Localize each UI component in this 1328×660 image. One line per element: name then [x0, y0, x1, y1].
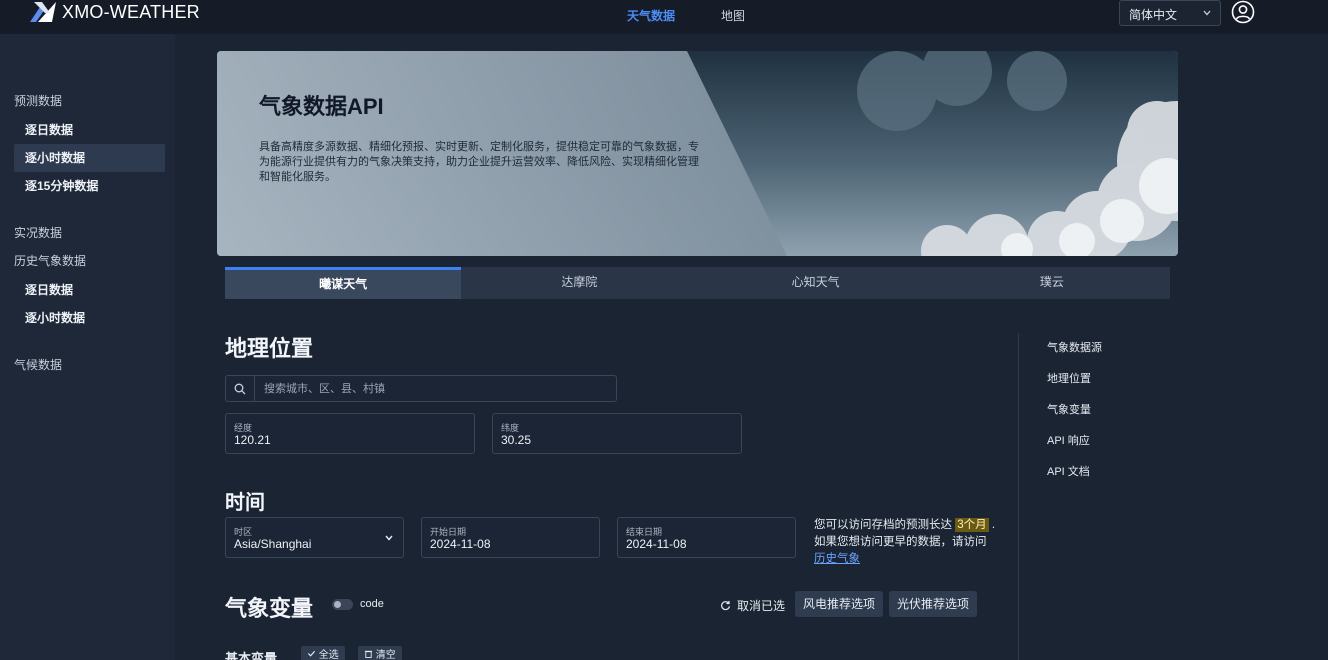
archive-note-line2: 如果您想访问更早的数据，请访问 [814, 536, 987, 548]
language-value: 简体中文 [1129, 8, 1178, 22]
time-heading: 时间 [225, 492, 265, 514]
sidebar-group-realtime[interactable]: 实况数据 [14, 224, 62, 241]
anchor-weather-source[interactable]: 气象数据源 [1047, 339, 1102, 355]
chevron-down-icon [1203, 10, 1211, 16]
search-icon-button[interactable] [226, 376, 255, 401]
banner-description: 具备高精度多源数据、精细化预报、实时更新、定制化服务，提供稳定可靠的气象数据，专… [259, 141, 699, 183]
end-date-value: 2024-11-08 [626, 537, 687, 551]
clear-selected-button[interactable]: 取消已选 [720, 597, 785, 614]
refresh-icon [721, 600, 731, 611]
clear-all-label: 清空 [375, 650, 396, 660]
nav-weather-data[interactable]: 天气数据 [627, 7, 675, 24]
timezone-select[interactable]: 时区 Asia/Shanghai [225, 517, 404, 558]
location-heading: 地理位置 [225, 336, 314, 361]
timezone-value: Asia/Shanghai [234, 537, 312, 551]
tab-damo-academy[interactable]: 达摩院 [461, 267, 697, 299]
clear-selected-label: 取消已选 [737, 599, 786, 613]
tab-puyun[interactable]: 璞云 [934, 267, 1170, 299]
longitude-field[interactable]: 经度 120.21 [225, 413, 475, 454]
code-toggle[interactable] [332, 599, 353, 610]
search-icon [234, 383, 246, 394]
language-select[interactable]: 简体中文 [1119, 0, 1221, 26]
tab-ximou-weather[interactable]: 曦谋天气 [225, 267, 462, 299]
trash-icon [364, 650, 373, 658]
nav-map[interactable]: 地图 [721, 7, 745, 24]
tab-seniverse[interactable]: 心知天气 [698, 267, 934, 299]
anchor-api-response[interactable]: API 响应 [1047, 432, 1090, 448]
user-avatar-icon[interactable] [1231, 0, 1255, 24]
chevron-down-icon [385, 535, 393, 541]
anchor-divider [1018, 333, 1019, 660]
variables-heading: 气象变量 [225, 596, 314, 621]
provider-tabs: 曦谋天气 达摩院 心知天气 璞云 [225, 267, 1170, 299]
sidebar-item-forecast-15min[interactable]: 逐15分钟数据 [14, 172, 165, 200]
wind-recommend-button[interactable]: 风电推荐选项 [795, 591, 884, 617]
anchor-api-docs[interactable]: API 文档 [1047, 463, 1090, 479]
longitude-value: 120.21 [234, 433, 271, 447]
sidebar-item-history-hourly[interactable]: 逐小时数据 [14, 304, 165, 332]
code-toggle-label: code [360, 598, 384, 610]
solar-recommend-button[interactable]: 光伏推荐选项 [889, 591, 978, 617]
latitude-field[interactable]: 纬度 30.25 [492, 413, 742, 454]
archive-note: 您可以访问存档的预测长达 3个月 . 如果您想访问更早的数据，请访问 历史气象 [814, 517, 1004, 568]
hero-banner: 气象数据API 具备高精度多源数据、精细化预报、实时更新、定制化服务，提供稳定可… [217, 51, 1178, 256]
sidebar-item-forecast-daily[interactable]: 逐日数据 [14, 116, 165, 144]
start-date-value: 2024-11-08 [430, 537, 491, 551]
check-icon [307, 650, 316, 657]
banner-title: 气象数据API [259, 94, 384, 119]
anchor-variables[interactable]: 气象变量 [1047, 401, 1091, 417]
end-date-field[interactable]: 结束日期 2024-11-08 [617, 517, 796, 558]
anchor-location[interactable]: 地理位置 [1047, 370, 1091, 386]
sidebar-group-climate[interactable]: 气候数据 [14, 356, 62, 373]
archive-note-highlight: 3个月 [955, 518, 989, 532]
top-bar: XMO-WEATHER 天气数据 地图 简体中文 [0, 0, 1328, 34]
sidebar-group-forecast: 预测数据 [14, 94, 63, 108]
sidebar-item-history-daily[interactable]: 逐日数据 [14, 276, 165, 304]
archive-note-prefix: 您可以访问存档的预测长达 [814, 519, 952, 531]
start-date-field[interactable]: 开始日期 2024-11-08 [421, 517, 600, 558]
brand-logo-icon [30, 2, 56, 22]
latitude-value: 30.25 [501, 433, 532, 447]
brand-logo[interactable]: XMO-WEATHER [28, 1, 200, 23]
brand-name: XMO-WEATHER [62, 1, 200, 22]
location-search[interactable] [225, 375, 617, 402]
select-all-label: 全选 [318, 650, 339, 660]
sidebar-group-history: 历史气象数据 [14, 254, 87, 268]
basic-variables-label: 基本变量 [225, 651, 278, 660]
archive-note-suffix: . [991, 519, 996, 531]
sidebar-item-forecast-hourly[interactable]: 逐小时数据 [14, 144, 165, 172]
clear-all-button[interactable]: 清空 [358, 646, 402, 660]
history-weather-link[interactable]: 历史气象 [814, 553, 860, 565]
search-input[interactable] [255, 376, 615, 401]
sidebar: 预测数据 逐日数据 逐小时数据 逐15分钟数据 实况数据 历史气象数据 逐日数据… [0, 34, 175, 660]
select-all-button[interactable]: 全选 [301, 646, 345, 660]
